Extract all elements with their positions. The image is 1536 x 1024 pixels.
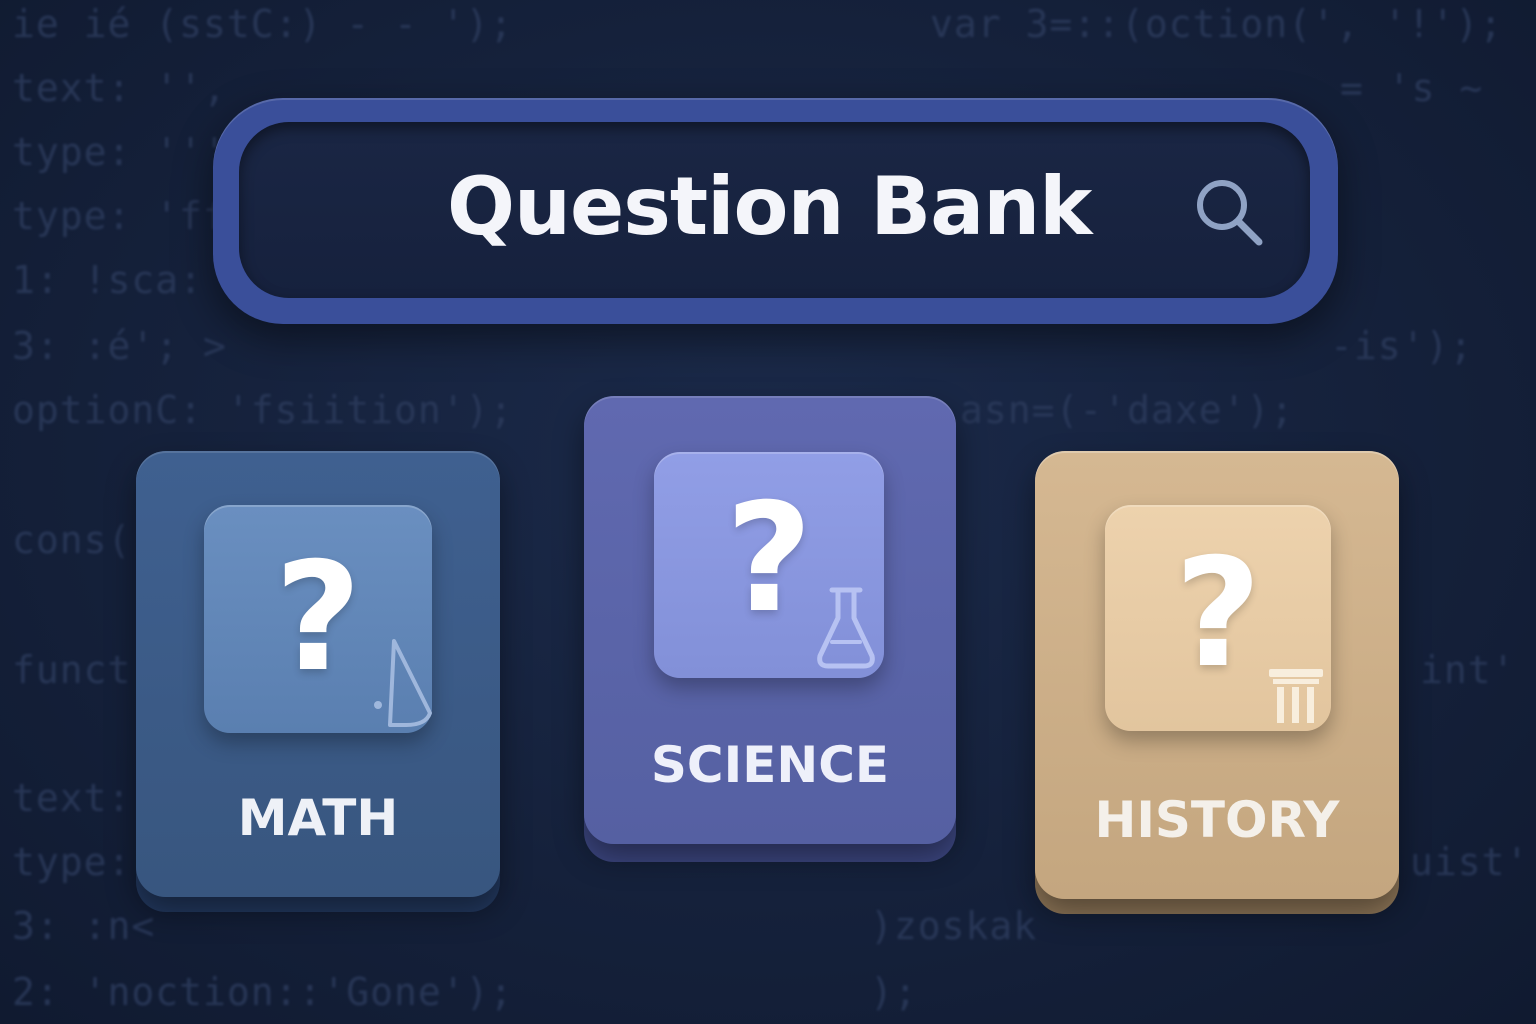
code-line: optionC: 'fsiition'); [12,388,514,432]
code-line: text: '', [12,66,227,110]
code-line: int' [1420,648,1516,692]
category-card-science[interactable]: ? SCIENCE [584,396,956,844]
category-label-science: SCIENCE [650,736,890,794]
flask-icon [817,587,875,669]
code-line: -is'); [1330,324,1474,368]
code-line: 2: 'noction::'Gone'); [12,970,514,1014]
code-line: type: ''' [12,130,227,174]
code-line: text: [12,776,132,820]
category-label-history: HISTORY [1094,791,1340,849]
code-line: 3: :é'; > [12,324,227,368]
code-line: var 3=::(oction(', '!'); [930,2,1504,46]
search-title: Question Bank [447,160,1092,253]
code-line: 3: :n< [12,904,156,948]
code-line: asn=(-'daxe'); [960,388,1295,432]
code-line: 1: !sca: [12,258,204,302]
column-icon [1269,669,1323,723]
code-line: type: 'ff [12,194,227,238]
code-line: = 's ~ [1340,66,1484,110]
code-line: ); [870,970,918,1014]
history-tile: ? [1105,505,1331,731]
code-line: funct [12,648,132,692]
category-card-math[interactable]: ? MATH [136,451,500,897]
search-icon[interactable] [1191,174,1267,250]
code-line: uist' [1410,840,1530,884]
code-line: ie ié (sstC:) - - '); [12,2,514,46]
code-line: cons( [12,518,132,562]
code-line: type: [12,840,132,884]
math-tile: ? [204,505,432,733]
code-line: )zoskak [870,904,1038,948]
category-label-math: MATH [237,789,399,847]
search-bar[interactable]: Question Bank [213,98,1338,324]
category-card-history[interactable]: ? HISTORY [1035,451,1399,899]
search-field[interactable]: Question Bank [239,122,1310,298]
cone-icon [374,639,432,727]
science-tile: ? [654,452,884,678]
